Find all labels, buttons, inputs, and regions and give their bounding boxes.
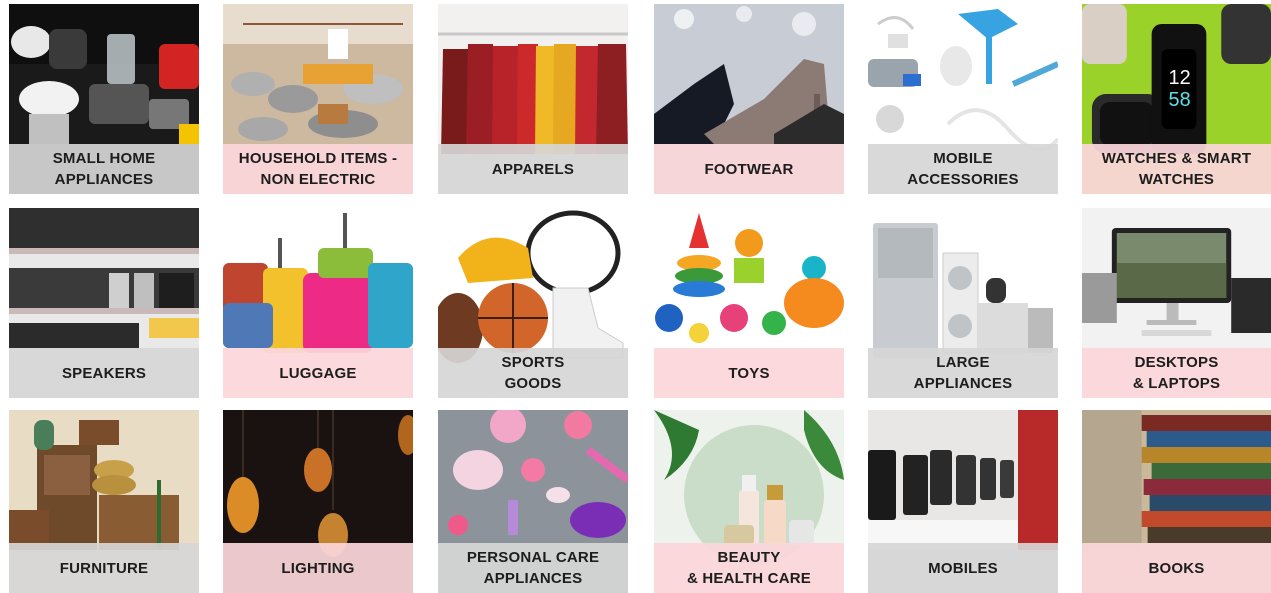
category-tile-furniture[interactable]: FURNITURE <box>9 410 199 593</box>
category-label: SPEAKERS <box>9 348 199 398</box>
category-tile-speakers[interactable]: SPEAKERS <box>9 208 199 398</box>
category-tile-watches[interactable]: 12 58 WATCHES & SMART WATCHES <box>1082 4 1271 194</box>
category-label: PERSONAL CARE APPLIANCES <box>438 543 628 593</box>
category-tile-desktops-laptops[interactable]: DESKTOPS & LAPTOPS <box>1082 208 1271 398</box>
category-tile-household-items[interactable]: HOUSEHOLD ITEMS - NON ELECTRIC <box>223 4 413 194</box>
category-tile-footwear[interactable]: FOOTWEAR <box>654 4 844 194</box>
category-label: SMALL HOME APPLIANCES <box>9 144 199 194</box>
category-tile-large-appliances[interactable]: LARGE APPLIANCES <box>868 208 1058 398</box>
category-label: LIGHTING <box>223 543 413 593</box>
category-label: FURNITURE <box>9 543 199 593</box>
category-label: DESKTOPS & LAPTOPS <box>1082 348 1271 398</box>
category-label: MOBILE ACCESSORIES <box>868 144 1058 194</box>
category-tile-mobiles[interactable]: MOBILES <box>868 410 1058 593</box>
category-tile-mobile-accessories[interactable]: MOBILE ACCESSORIES <box>868 4 1058 194</box>
category-tile-toys[interactable]: TOYS <box>654 208 844 398</box>
category-tile-beauty-health[interactable]: BEAUTY & HEALTH CARE <box>654 410 844 593</box>
category-tile-apparels[interactable]: APPARELS <box>438 4 628 194</box>
category-tile-small-home-appliances[interactable]: SMALL HOME APPLIANCES <box>9 4 199 194</box>
category-label: FOOTWEAR <box>654 144 844 194</box>
svg-text:58: 58 <box>1169 89 1191 111</box>
category-tile-books[interactable]: BOOKS <box>1082 410 1271 593</box>
category-label: BOOKS <box>1082 543 1271 593</box>
svg-text:12: 12 <box>1169 67 1191 89</box>
category-tile-personal-care[interactable]: PERSONAL CARE APPLIANCES <box>438 410 628 593</box>
category-tile-lighting[interactable]: LIGHTING <box>223 410 413 593</box>
category-label: HOUSEHOLD ITEMS - NON ELECTRIC <box>223 144 413 194</box>
category-label: LUGGAGE <box>223 348 413 398</box>
category-label: TOYS <box>654 348 844 398</box>
category-label: BEAUTY & HEALTH CARE <box>654 543 844 593</box>
category-label: APPARELS <box>438 144 628 194</box>
category-label: MOBILES <box>868 543 1058 593</box>
category-tile-luggage[interactable]: LUGGAGE <box>223 208 413 398</box>
category-tile-sports-goods[interactable]: SPORTS GOODS <box>438 208 628 398</box>
category-label: SPORTS GOODS <box>438 348 628 398</box>
category-label: LARGE APPLIANCES <box>868 348 1058 398</box>
category-label: WATCHES & SMART WATCHES <box>1082 144 1271 194</box>
